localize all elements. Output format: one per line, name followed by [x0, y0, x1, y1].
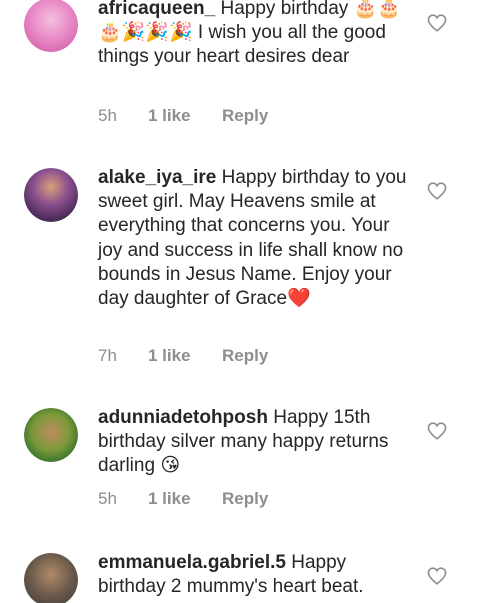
comment-likes[interactable]: 1 like	[148, 346, 222, 366]
comment-username[interactable]: africaqueen_	[98, 0, 215, 19]
avatar[interactable]	[24, 168, 78, 222]
comment-meta: 5h 1 like Reply	[98, 106, 268, 126]
comment-likes[interactable]: 1 like	[148, 489, 222, 509]
comment-time: 5h	[98, 489, 117, 508]
avatar[interactable]	[24, 0, 78, 52]
comment-body: alake_iya_ire Happy birthday to you swee…	[98, 166, 416, 311]
comment-username[interactable]: alake_iya_ire	[98, 167, 216, 188]
comment-item: alake_iya_ire Happy birthday to you swee…	[0, 160, 480, 380]
comment-item: emmanuela.gabriel.5 Happy birthday 2 mum…	[0, 545, 480, 603]
reply-button[interactable]: Reply	[222, 489, 268, 509]
comment-body: emmanuela.gabriel.5 Happy birthday 2 mum…	[98, 551, 416, 599]
comment-likes[interactable]: 1 like	[148, 106, 222, 126]
comment-item: adunniadetohposh Happy 15th birthday sil…	[0, 400, 480, 530]
reply-button[interactable]: Reply	[222, 106, 268, 126]
heart-outline-icon[interactable]	[427, 182, 447, 200]
avatar[interactable]	[24, 408, 78, 462]
heart-outline-icon[interactable]	[427, 567, 447, 585]
comment-username[interactable]: emmanuela.gabriel.5	[98, 552, 286, 573]
comment-text: Happy birthday to you sweet girl. May He…	[98, 167, 407, 310]
reply-button[interactable]: Reply	[222, 346, 268, 366]
comment-meta: 7h 1 like Reply	[98, 346, 268, 366]
heart-outline-icon[interactable]	[427, 14, 447, 32]
comment-time: 7h	[98, 346, 117, 365]
comment-meta: 5h 1 like Reply	[98, 489, 268, 509]
comment-body: africaqueen_ Happy birthday 🎂🎂🎂🎉🎉🎉 I wis…	[98, 0, 416, 70]
comment-item: africaqueen_ Happy birthday 🎂🎂🎂🎉🎉🎉 I wis…	[0, 0, 480, 140]
comment-time: 5h	[98, 106, 117, 125]
heart-outline-icon[interactable]	[427, 422, 447, 440]
comment-username[interactable]: adunniadetohposh	[98, 407, 268, 428]
avatar[interactable]	[24, 553, 78, 603]
comment-body: adunniadetohposh Happy 15th birthday sil…	[98, 406, 416, 479]
